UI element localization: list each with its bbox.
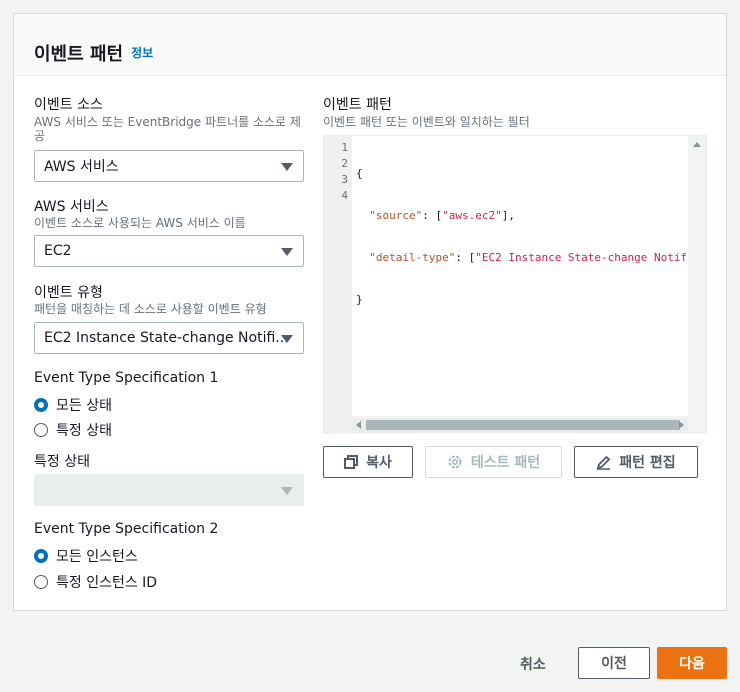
radio-unselected-icon [34, 575, 48, 589]
event-pattern-label: 이벤트 패턴 [323, 97, 392, 113]
aws-service-label: AWS 서비스 [34, 199, 109, 215]
radio-selected-icon [34, 398, 48, 412]
copy-button-label: 복사 [366, 455, 392, 471]
radio-all-states-label: 모든 상태 [56, 398, 112, 414]
info-link[interactable]: 정보 [131, 44, 153, 61]
horizontal-scroll-thumb[interactable] [366, 420, 680, 430]
radio-all-instances-label: 모든 인스턴스 [56, 549, 138, 565]
horizontal-scrollbar[interactable] [352, 418, 688, 432]
code-brace-close: } [356, 293, 363, 306]
specific-state-label: 특정 상태 [34, 454, 90, 470]
test-pattern-button-label: 테스트 패턴 [470, 455, 541, 471]
pencil-icon [596, 455, 611, 470]
code-line-1: { [356, 166, 688, 182]
caret-down-icon [281, 163, 293, 171]
code-line-2: "source": ["aws.ec2"], [356, 208, 688, 224]
event-type-value: EC2 Instance State-change Notifi... [44, 330, 289, 346]
radio-specific-instance[interactable]: 특정 인스턴스 ID [34, 572, 157, 592]
line-number: 1 [341, 141, 348, 154]
radio-specific-state-label: 특정 상태 [56, 423, 112, 439]
event-type-select[interactable]: EC2 Instance State-change Notifi... [34, 322, 304, 354]
radio-unselected-icon [34, 423, 48, 437]
next-button-label: 다음 [679, 656, 705, 672]
copy-button[interactable]: 복사 [323, 446, 413, 478]
event-source-description-line2: 공 [34, 129, 46, 143]
edit-pattern-button[interactable]: 패턴 편집 [574, 446, 698, 478]
line-number: 4 [341, 189, 348, 202]
line-number: 2 [341, 157, 348, 170]
code-value-detail-type: "EC2 Instance State-change Notifi [475, 251, 688, 264]
code-brace-open: { [356, 167, 363, 180]
panel-header: 이벤트 패턴 정보 [14, 14, 726, 76]
event-source-description: AWS 서비스 또는 EventBridge 파트너를 소스로 제 공 [34, 115, 304, 143]
event-source-select[interactable]: AWS 서비스 [34, 150, 304, 182]
spec2-label: Event Type Specification 2 [34, 521, 219, 537]
aws-service-value: EC2 [44, 243, 72, 259]
event-type-description: 패턴을 매칭하는 데 소스로 사용할 이벤트 유형 [34, 302, 267, 316]
previous-button-label: 이전 [601, 656, 627, 672]
radio-all-states[interactable]: 모든 상태 [34, 395, 112, 415]
caret-down-icon [281, 335, 293, 343]
aws-service-description: 이벤트 소스로 사용되는 AWS 서비스 이름 [34, 216, 246, 230]
specific-state-select [34, 474, 304, 506]
caret-down-icon [281, 487, 293, 495]
event-pattern-description: 이벤트 패턴 또는 이벤트와 일치하는 필터 [323, 115, 530, 129]
line-number-gutter: 1 2 3 4 [324, 136, 352, 434]
edit-pattern-button-label: 패턴 편집 [619, 455, 676, 471]
radio-selected-icon [34, 549, 48, 563]
code-value-source: "aws.ec2" [442, 209, 502, 222]
code-punct: ], [501, 209, 515, 222]
code-line-4: } [356, 292, 688, 308]
code-punct: : [ [422, 209, 443, 222]
previous-button[interactable]: 이전 [578, 647, 650, 679]
radio-specific-state[interactable]: 특정 상태 [34, 420, 112, 440]
code-key-source: "source" [369, 209, 423, 222]
radio-specific-instance-label: 특정 인스턴스 ID [56, 575, 158, 591]
code-line-3: "detail-type": ["EC2 Instance State-chan… [356, 250, 688, 266]
code-content[interactable]: { "source": ["aws.ec2"], "detail-type": … [352, 136, 688, 416]
event-source-value: AWS 서비스 [44, 159, 119, 175]
scroll-right-icon[interactable] [679, 421, 684, 429]
code-punct: : [ [455, 251, 476, 264]
event-source-description-line1: AWS 서비스 또는 EventBridge 파트너를 소스로 제 [34, 115, 301, 129]
copy-icon [344, 455, 359, 469]
scroll-up-icon[interactable] [693, 142, 701, 147]
aws-service-select[interactable]: EC2 [34, 235, 304, 267]
vertical-scrollbar[interactable] [688, 136, 706, 416]
next-button[interactable]: 다음 [657, 647, 727, 679]
cancel-button[interactable]: 취소 [520, 654, 546, 674]
code-editor[interactable]: 1 2 3 4 { "source": ["aws.ec2"], "detail… [323, 135, 707, 434]
radio-all-instances[interactable]: 모든 인스턴스 [34, 546, 138, 566]
caret-down-icon [281, 248, 293, 256]
spec1-label: Event Type Specification 1 [34, 370, 219, 386]
gear-icon [448, 455, 462, 469]
line-number: 3 [341, 173, 348, 186]
code-key-detail-type: "detail-type" [369, 251, 456, 264]
event-source-label: 이벤트 소스 [34, 97, 103, 113]
event-type-label: 이벤트 유형 [34, 285, 103, 301]
test-pattern-button[interactable]: 테스트 패턴 [425, 446, 562, 478]
panel-title: 이벤트 패턴 [34, 43, 124, 65]
scroll-left-icon[interactable] [356, 421, 361, 429]
event-pattern-panel: 이벤트 패턴 정보 이벤트 소스 AWS 서비스 또는 EventBridge … [13, 13, 727, 611]
